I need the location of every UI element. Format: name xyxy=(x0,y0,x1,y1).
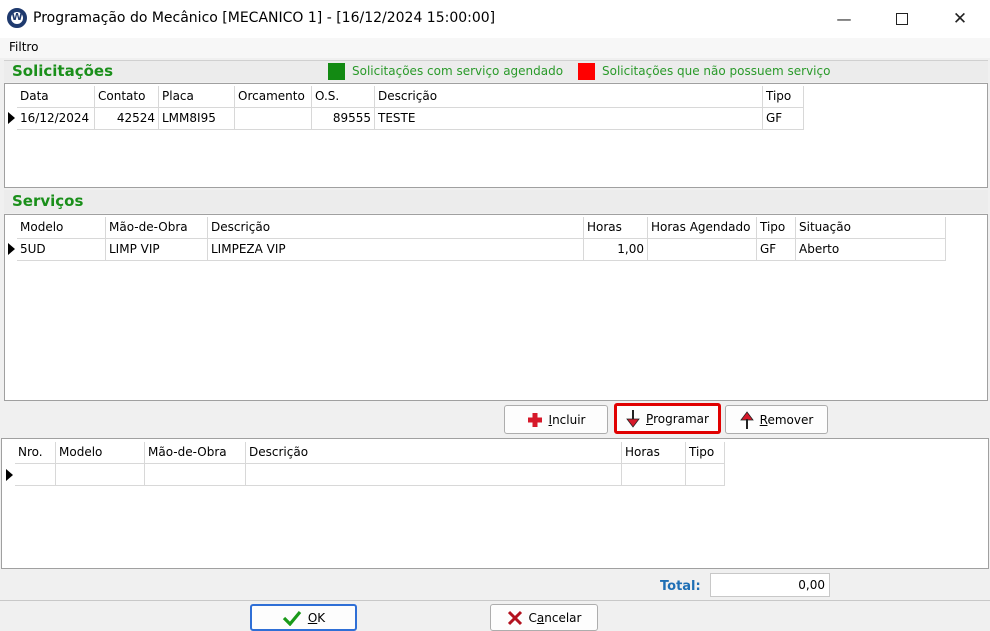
cell-mao-de-obra: LIMP VIP xyxy=(106,239,208,260)
servicos-grid[interactable]: Modelo Mão-de-Obra Descrição Horas Horas… xyxy=(4,214,988,401)
row-indicator-icon xyxy=(8,112,15,124)
total-value: 0,00 xyxy=(710,573,830,597)
cancelar-label: Cancelar xyxy=(528,610,582,625)
solicitacoes-grid[interactable]: Data Contato Placa Orcamento O.S. Descri… xyxy=(4,83,988,188)
table-row[interactable] xyxy=(15,464,725,486)
incluir-button[interactable]: Incluir xyxy=(504,405,608,434)
cell-horas xyxy=(622,464,686,485)
servicos-header-row: Modelo Mão-de-Obra Descrição Horas Horas… xyxy=(17,217,946,239)
programados-grid[interactable]: Nro. Modelo Mão-de-Obra Descrição Horas … xyxy=(1,438,989,569)
table-row[interactable]: 5UD LIMP VIP LIMPEZA VIP 1,00 GF Aberto xyxy=(17,239,946,261)
col-data[interactable]: Data xyxy=(17,86,95,107)
col-horas[interactable]: Horas xyxy=(622,442,686,463)
cell-placa: LMM8I95 xyxy=(159,108,235,129)
cell-modelo xyxy=(56,464,145,485)
col-tipo[interactable]: Tipo xyxy=(757,217,796,238)
vw-logo-icon: W xyxy=(7,8,27,28)
row-indicator-icon xyxy=(6,469,13,481)
minimize-icon: — xyxy=(836,10,852,28)
menu-filtro[interactable]: Filtro xyxy=(9,40,38,54)
col-contato[interactable]: Contato xyxy=(95,86,159,107)
cell-nro xyxy=(15,464,56,485)
legend-red-swatch xyxy=(578,63,595,80)
col-modelo[interactable]: Modelo xyxy=(56,442,145,463)
window-title: Programação do Mecânico [MECANICO 1] - [… xyxy=(33,10,496,26)
cell-situacao: Aberto xyxy=(796,239,946,260)
col-os[interactable]: O.S. xyxy=(312,86,375,107)
programar-button[interactable]: Programar xyxy=(614,403,721,434)
maximize-icon xyxy=(896,13,908,25)
servicos-header: Serviços xyxy=(4,190,988,213)
col-descricao[interactable]: Descrição xyxy=(246,442,622,463)
ok-button[interactable]: OK xyxy=(250,604,357,631)
cell-modelo: 5UD xyxy=(17,239,106,260)
col-mao-de-obra[interactable]: Mão-de-Obra xyxy=(145,442,246,463)
table-row[interactable]: 16/12/2024 42524 LMM8I95 89555 TESTE GF xyxy=(17,108,804,130)
remover-button[interactable]: Remover xyxy=(725,405,828,434)
cell-data: 16/12/2024 xyxy=(17,108,95,129)
col-horas[interactable]: Horas xyxy=(584,217,648,238)
maximize-button[interactable] xyxy=(879,0,925,38)
plus-icon xyxy=(527,412,542,427)
cell-descricao: TESTE xyxy=(375,108,763,129)
col-situacao[interactable]: Situação xyxy=(796,217,946,238)
cell-contato: 42524 xyxy=(95,108,159,129)
col-tipo[interactable]: Tipo xyxy=(763,86,804,107)
minimize-button[interactable]: — xyxy=(821,0,867,38)
cell-os: 89555 xyxy=(312,108,375,129)
arrow-up-icon xyxy=(739,410,754,429)
col-descricao[interactable]: Descrição xyxy=(375,86,763,107)
close-icon: ✕ xyxy=(952,9,968,29)
footer-divider xyxy=(0,600,990,601)
legend-green-swatch xyxy=(328,63,345,80)
check-icon xyxy=(282,610,302,626)
col-nro[interactable]: Nro. xyxy=(15,442,56,463)
close-button[interactable]: ✕ xyxy=(937,0,983,38)
programar-label: Programar xyxy=(646,411,709,426)
cancel-x-icon xyxy=(507,610,522,625)
legend-sem-servico-label: Solicitações que não possuem serviço xyxy=(602,64,831,78)
incluir-label: Incluir xyxy=(548,412,586,427)
cell-horas: 1,00 xyxy=(584,239,648,260)
col-orcamento[interactable]: Orcamento xyxy=(235,86,312,107)
cell-tipo xyxy=(686,464,725,485)
legend-agendado-label: Solicitações com serviço agendado xyxy=(352,64,564,78)
cell-horas-agendado xyxy=(648,239,757,260)
solicitacoes-title: Solicitações xyxy=(12,62,114,80)
menu-bar xyxy=(0,38,990,58)
cell-orcamento xyxy=(235,108,312,129)
col-tipo[interactable]: Tipo xyxy=(686,442,725,463)
arrow-down-icon xyxy=(626,409,640,428)
col-mao-de-obra[interactable]: Mão-de-Obra xyxy=(106,217,208,238)
col-horas-agendado[interactable]: Horas Agendado xyxy=(648,217,757,238)
cell-tipo: GF xyxy=(763,108,804,129)
cell-descricao: LIMPEZA VIP xyxy=(208,239,584,260)
col-modelo[interactable]: Modelo xyxy=(17,217,106,238)
remover-label: Remover xyxy=(759,412,814,427)
cell-mao-de-obra xyxy=(145,464,246,485)
programados-header-row: Nro. Modelo Mão-de-Obra Descrição Horas … xyxy=(15,442,725,464)
solicitacoes-header-row: Data Contato Placa Orcamento O.S. Descri… xyxy=(17,86,804,108)
col-placa[interactable]: Placa xyxy=(159,86,235,107)
cell-descricao xyxy=(246,464,622,485)
servicos-title: Serviços xyxy=(12,192,84,210)
cell-tipo: GF xyxy=(757,239,796,260)
row-indicator-icon xyxy=(8,243,15,255)
ok-label: OK xyxy=(307,610,326,625)
col-descricao[interactable]: Descrição xyxy=(208,217,584,238)
cancelar-button[interactable]: Cancelar xyxy=(490,604,598,631)
total-label: Total: xyxy=(660,579,701,594)
